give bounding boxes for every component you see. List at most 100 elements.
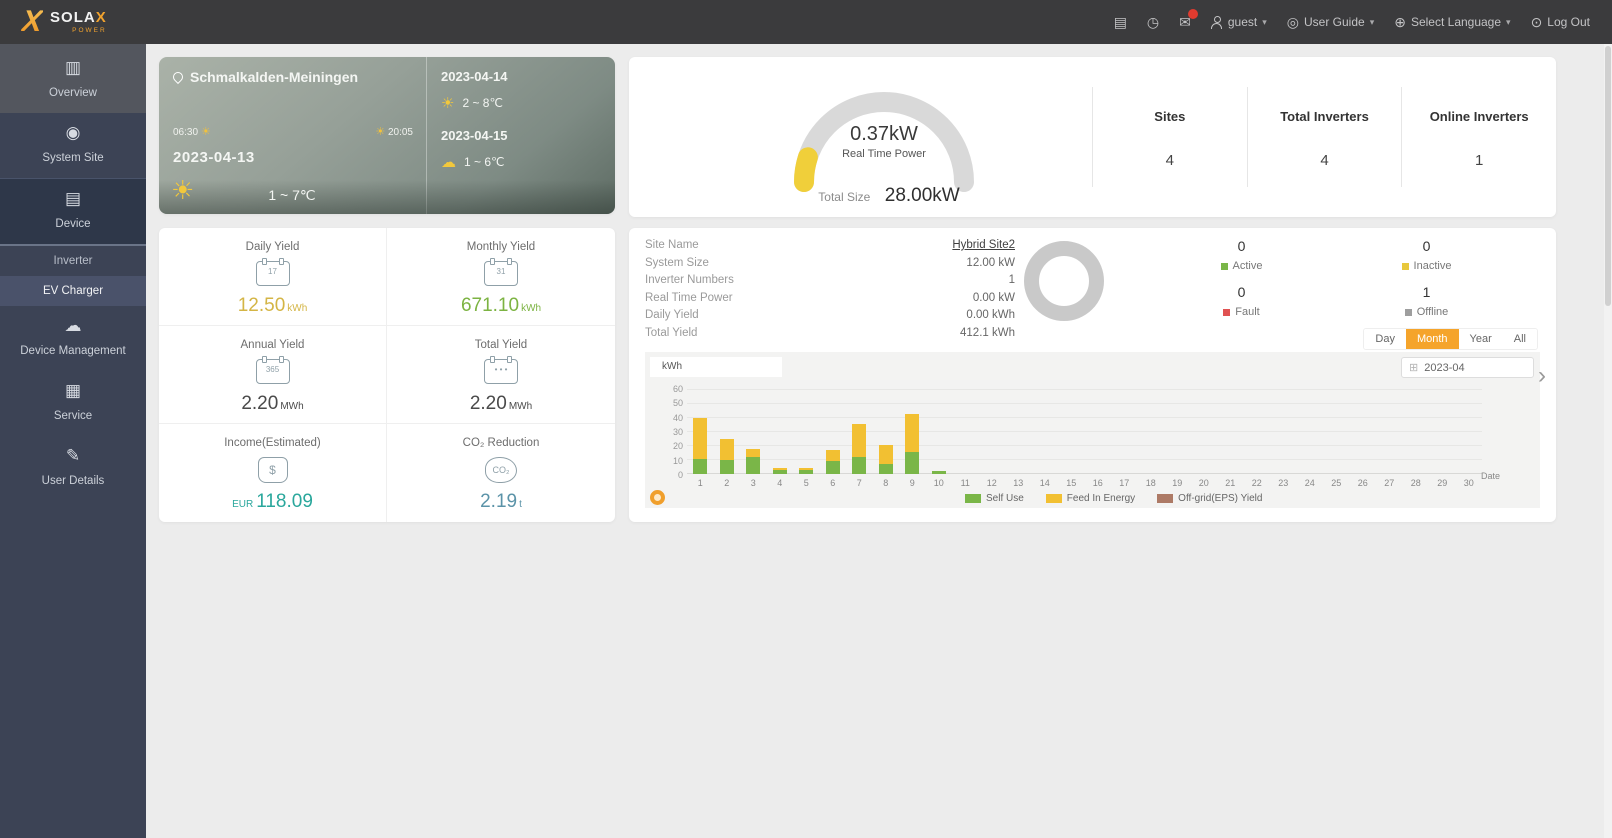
chevron-down-icon: ▾ xyxy=(1262,16,1267,27)
chart-indicator-icon[interactable] xyxy=(650,490,665,505)
forecast-temp: 1 ~ 6℃ xyxy=(464,155,505,169)
user-menu[interactable]: guest ▾ xyxy=(1211,15,1267,29)
sun-icon: ☀ xyxy=(441,95,455,112)
info-row-system-size: System Size 12.00 kW xyxy=(645,256,1015,269)
select-language-label: Select Language xyxy=(1410,15,1502,29)
forecast-date: 2023-04-15 xyxy=(441,128,508,143)
bar-slot: 28 xyxy=(1410,478,1421,488)
user-name: guest xyxy=(1227,15,1258,29)
submenu-item-ev-charger[interactable]: EV Charger xyxy=(0,276,146,306)
bar-slot: 18 xyxy=(1145,478,1156,488)
status-fault: 0 Fault xyxy=(1149,284,1334,330)
co2-icon: CO₂ xyxy=(485,457,517,483)
sidebar-item-system-site[interactable]: ◉ System Site xyxy=(0,113,146,178)
page-scrollbar[interactable] xyxy=(1604,44,1612,838)
message-icon[interactable]: ✉ xyxy=(1179,8,1198,31)
brand-subtitle: POWER xyxy=(72,26,107,34)
submenu-item-inverter[interactable]: Inverter xyxy=(0,246,146,276)
status-active: 0 Active xyxy=(1149,238,1334,284)
next-arrow-icon[interactable]: › xyxy=(1538,362,1546,390)
device-submenu: Inverter EV Charger xyxy=(0,244,146,306)
sidebar-item-user-details[interactable]: ✎ User Details xyxy=(0,436,146,501)
date-picker[interactable]: ⊞ 2023-04 xyxy=(1401,357,1534,378)
chart-x-axis-caption: Date xyxy=(1480,471,1500,481)
total-size-label: Total Size xyxy=(818,190,871,204)
bar-slot: 30 xyxy=(1463,478,1474,488)
period-day-button[interactable]: Day xyxy=(1364,329,1406,349)
chevron-down-icon: ▾ xyxy=(1369,16,1375,27)
sunrise-time: 06:30 ☀ xyxy=(173,126,211,138)
bar-slot: 21 xyxy=(1225,478,1236,488)
calendar-icon: 365 xyxy=(255,356,290,384)
co2-reduction-cell: CO₂ Reduction CO₂ 2.19 t xyxy=(462,437,540,512)
date-picker-value: 2023-04 xyxy=(1424,361,1465,374)
weather-today-temp: 1 ~ 7℃ xyxy=(268,187,316,203)
brand-name: SOLAX xyxy=(50,8,107,26)
overview-icon: ▥ xyxy=(64,58,82,77)
legend-item: Feed In Energy xyxy=(1045,493,1135,504)
site-icon: ◉ xyxy=(65,123,81,142)
app-header: X SOLAX POWER ▤ ◷ ✉ guest ▾ ◎ User Guide… xyxy=(0,0,1612,44)
period-month-button[interactable]: Month xyxy=(1405,329,1459,349)
notification-badge xyxy=(1187,8,1198,19)
user-guide-label: User Guide xyxy=(1303,15,1365,29)
status-donut-chart xyxy=(1024,241,1104,321)
period-year-button[interactable]: Year xyxy=(1458,329,1503,349)
bar-slot: 25 xyxy=(1331,478,1342,488)
sunrise-icon: ☀ xyxy=(200,126,211,138)
bar-slot: 2 xyxy=(714,390,741,488)
service-icon: ▦ xyxy=(64,381,82,400)
language-menu[interactable]: ⊕ Select Language ▾ xyxy=(1394,14,1510,31)
stat-sites: Sites 4 xyxy=(1092,87,1247,187)
bar-slot: 22 xyxy=(1251,478,1262,488)
real-time-power-value: 0.37kW xyxy=(850,123,918,145)
sidebar-item-service[interactable]: ▦ Service xyxy=(0,371,146,436)
bar-slot: 1 xyxy=(687,390,714,488)
report-icon[interactable]: ▤ xyxy=(1114,14,1127,31)
bar-slot: 16 xyxy=(1092,478,1103,488)
status-offline: 1 Offline xyxy=(1334,284,1519,330)
solax-logo: X SOLAX POWER xyxy=(20,5,107,39)
sidebar: ▥ Overview ◉ System Site ▤ Device Invert… xyxy=(0,44,146,838)
chart-legend: Self Use Feed In Energy Off-grid(EPS) Yiel… xyxy=(965,493,1262,504)
annual-yield-cell: Annual Yield 365 2.20 MWh xyxy=(159,326,387,424)
logout-label: Log Out xyxy=(1547,15,1590,29)
sidebar-item-device[interactable]: ▤ Device xyxy=(0,178,146,244)
fault-dot-icon xyxy=(1223,308,1231,316)
user-guide-menu[interactable]: ◎ User Guide ▾ xyxy=(1287,14,1374,31)
total-size-value: 28.00kW xyxy=(884,185,960,206)
location-pin-icon xyxy=(170,69,186,85)
calendar-icon: 31 xyxy=(484,258,518,286)
forecast-date: 2023-04-14 xyxy=(441,69,508,84)
income-cell: Income(Estimated) $ EUR 118.09 xyxy=(159,424,387,522)
chart-y-axis: 60 50 40 30 20 10 0 xyxy=(672,384,683,480)
period-all-button[interactable]: All xyxy=(1502,329,1537,349)
logout-icon: ⊙ xyxy=(1530,13,1543,30)
bar-slot: 4 xyxy=(767,390,794,488)
bar-slot: 17 xyxy=(1119,478,1130,488)
pencil-icon: ✎ xyxy=(65,446,81,465)
inverter-status-grid: 0 Active 0 Inactive 0 Fault 1 Offline xyxy=(1149,238,1519,330)
site-info-list: Site Name Hybrid Site2 System Size 12.00… xyxy=(645,237,1015,342)
bar-slot: 8 xyxy=(873,390,900,488)
bar-slot: 12 xyxy=(986,478,997,488)
daily-yield-cell: Daily Yield 17 12.50 kWh xyxy=(159,228,387,326)
calendar-icon: ⊞ xyxy=(1409,362,1419,374)
sidebar-item-overview[interactable]: ▥ Overview xyxy=(0,44,146,113)
legend-item: Off-grid(EPS) Yield xyxy=(1157,493,1262,504)
bar-slot: 11 xyxy=(960,478,970,488)
scrollbar-thumb[interactable] xyxy=(1605,46,1611,306)
logout-button[interactable]: ⊙ Log Out xyxy=(1531,14,1590,31)
bar-slot: 13 xyxy=(1013,478,1024,488)
forecast-temp: 2 ~ 8℃ xyxy=(462,96,503,110)
sidebar-item-device-management[interactable]: ☁ Device Management xyxy=(0,306,146,371)
alarm-icon[interactable]: ◷ xyxy=(1147,14,1159,31)
chart-unit-label: kWh xyxy=(650,357,782,377)
language-icon: ⊕ xyxy=(1394,13,1406,30)
info-row-inverter-numbers: Inverter Numbers 1 xyxy=(645,274,1015,286)
site-name-link[interactable]: Hybrid Site2 xyxy=(952,237,1015,255)
stat-total-inverters: Total Inverters 4 xyxy=(1246,87,1402,187)
bar-slot: 15 xyxy=(1066,478,1077,488)
cloud-icon: ☁ xyxy=(441,154,456,171)
bar-slot: 26 xyxy=(1357,478,1368,488)
